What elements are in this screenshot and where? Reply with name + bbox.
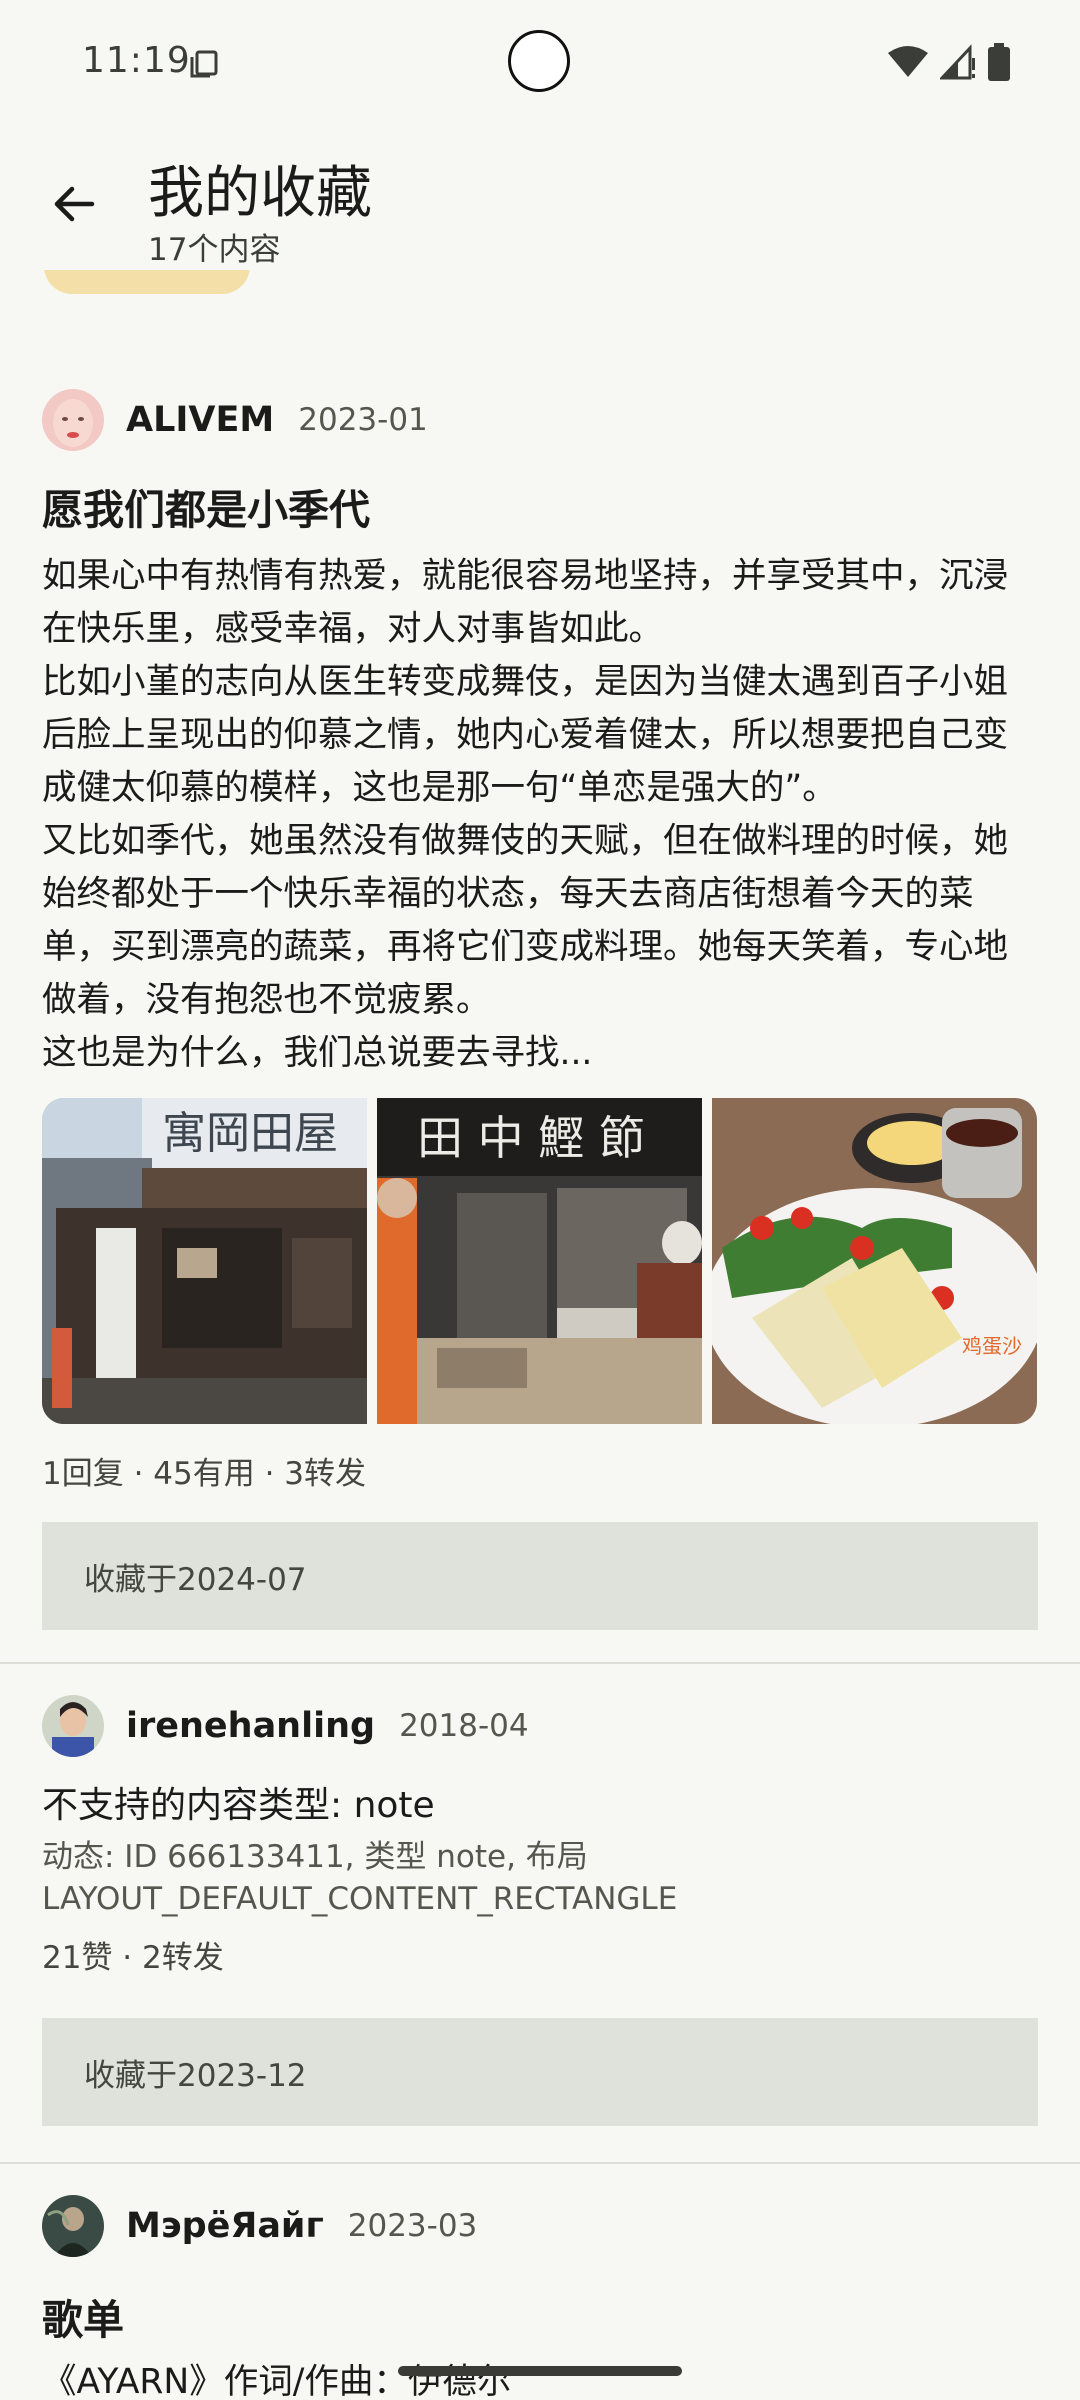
- avatar[interactable]: [42, 389, 104, 451]
- svg-text:鸡蛋沙: 鸡蛋沙: [962, 1334, 1022, 1358]
- collected-date: 收藏于2024-07: [84, 1561, 307, 1598]
- post-stats: 21赞 · 2转发: [42, 1940, 224, 1976]
- unsupported-content-detail: 动态: ID 666133411, 类型 note, 布局 LAYOUT_DEF…: [42, 1839, 678, 1917]
- post-body[interactable]: 《AYARN》作词/作曲：伊德尔: [42, 2356, 1042, 2400]
- author-name[interactable]: irenehanling: [126, 1706, 375, 1746]
- unsupported-content-title: 不支持的内容类型: note: [42, 1785, 435, 1826]
- egg-sandwich-photo[interactable]: 鸡蛋沙: [712, 1098, 1037, 1424]
- status-time: 11:19: [82, 40, 191, 81]
- collected-date-box: 收藏于2023-12: [42, 2018, 1038, 2126]
- post-stats: 1回复 · 45有用 · 3转发: [42, 1456, 367, 1492]
- shop-storefront-photo[interactable]: 寓岡田屋: [42, 1098, 367, 1424]
- author-row[interactable]: МэрёЯaйг 2023-03: [42, 2194, 477, 2258]
- status-bar: 11:19: [0, 0, 1080, 130]
- post-paragraph: 这也是为什么，我们总说要去寻找...: [42, 1033, 593, 1073]
- status-icons: [888, 42, 1010, 82]
- screen: 11:19 我的收藏 17个内容 ALIVEM 2023-01 愿我们都是小季代…: [0, 0, 1080, 2400]
- post-date: 2023-03: [347, 2208, 478, 2244]
- screenshot-icon: [190, 50, 218, 78]
- post-date: 2023-01: [298, 402, 428, 438]
- collected-date: 收藏于2023-12: [84, 2057, 307, 2094]
- author-row[interactable]: irenehanling 2018-04: [42, 1694, 529, 1758]
- avatar[interactable]: [42, 1695, 104, 1757]
- home-indicator[interactable]: [398, 2366, 682, 2376]
- camera-cutout: [508, 30, 570, 92]
- wifi-icon: [888, 46, 928, 77]
- favorite-card[interactable]: ALIVEM 2023-01 愿我们都是小季代 如果心中有热情有热爱，就能很容易…: [0, 270, 1080, 1662]
- post-title[interactable]: 歌单: [42, 2286, 124, 2346]
- battery-icon: [988, 43, 1010, 81]
- post-date: 2018-04: [399, 1708, 529, 1744]
- bonito-shop-photo[interactable]: 田 中 鰹 節: [377, 1098, 702, 1424]
- post-paragraph: 如果心中有热情有热爱，就能很容易地坚持，并享受其中，沉浸在快乐里，感受幸福，对人…: [42, 556, 1008, 649]
- svg-text:田 中 鰹 節: 田 中 鰹 節: [417, 1111, 645, 1165]
- post-paragraph: 比如小堇的志向从医生转变成舞伎，是因为当健太遇到百子小姐后脸上呈现出的仰慕之情，…: [42, 662, 1008, 808]
- post-body[interactable]: 如果心中有热情有热爱，就能很容易地坚持，并享受其中，沉浸在快乐里，感受幸福，对人…: [42, 550, 1042, 1080]
- favorite-card[interactable]: МэрёЯaйг 2023-03 歌单 《AYARN》作词/作曲：伊德尔: [0, 2164, 1080, 2400]
- image-row: 寓岡田屋 田 中 鰹 節 鸡蛋沙: [42, 1098, 1038, 1424]
- post-title[interactable]: 愿我们都是小季代: [42, 476, 370, 536]
- author-name[interactable]: МэрёЯaйг: [126, 2206, 324, 2246]
- author-name[interactable]: ALIVEM: [126, 400, 274, 440]
- svg-text:寓岡田屋: 寓岡田屋: [162, 1108, 338, 1159]
- back-button[interactable]: [36, 166, 112, 242]
- collected-date-box: 收藏于2024-07: [42, 1522, 1038, 1630]
- arrow-left-icon: [54, 186, 95, 222]
- favorites-feed: ALIVEM 2023-01 愿我们都是小季代 如果心中有热情有热爱，就能很容易…: [0, 270, 1080, 2126]
- signal-icon: [940, 44, 975, 80]
- author-row[interactable]: ALIVEM 2023-01: [42, 388, 428, 452]
- post-paragraph: 又比如季代，她虽然没有做舞伎的天赋，但在做料理的时候，她始终都处于一个快乐幸福的…: [42, 821, 1008, 1020]
- page-title: 我的收藏: [148, 161, 372, 226]
- favorite-card[interactable]: irenehanling 2018-04 不支持的内容类型: note 动态: …: [0, 1664, 1080, 2182]
- avatar[interactable]: [42, 2195, 104, 2257]
- page-subtitle: 17个内容: [148, 232, 281, 268]
- app-bar: 我的收藏 17个内容: [0, 130, 1080, 270]
